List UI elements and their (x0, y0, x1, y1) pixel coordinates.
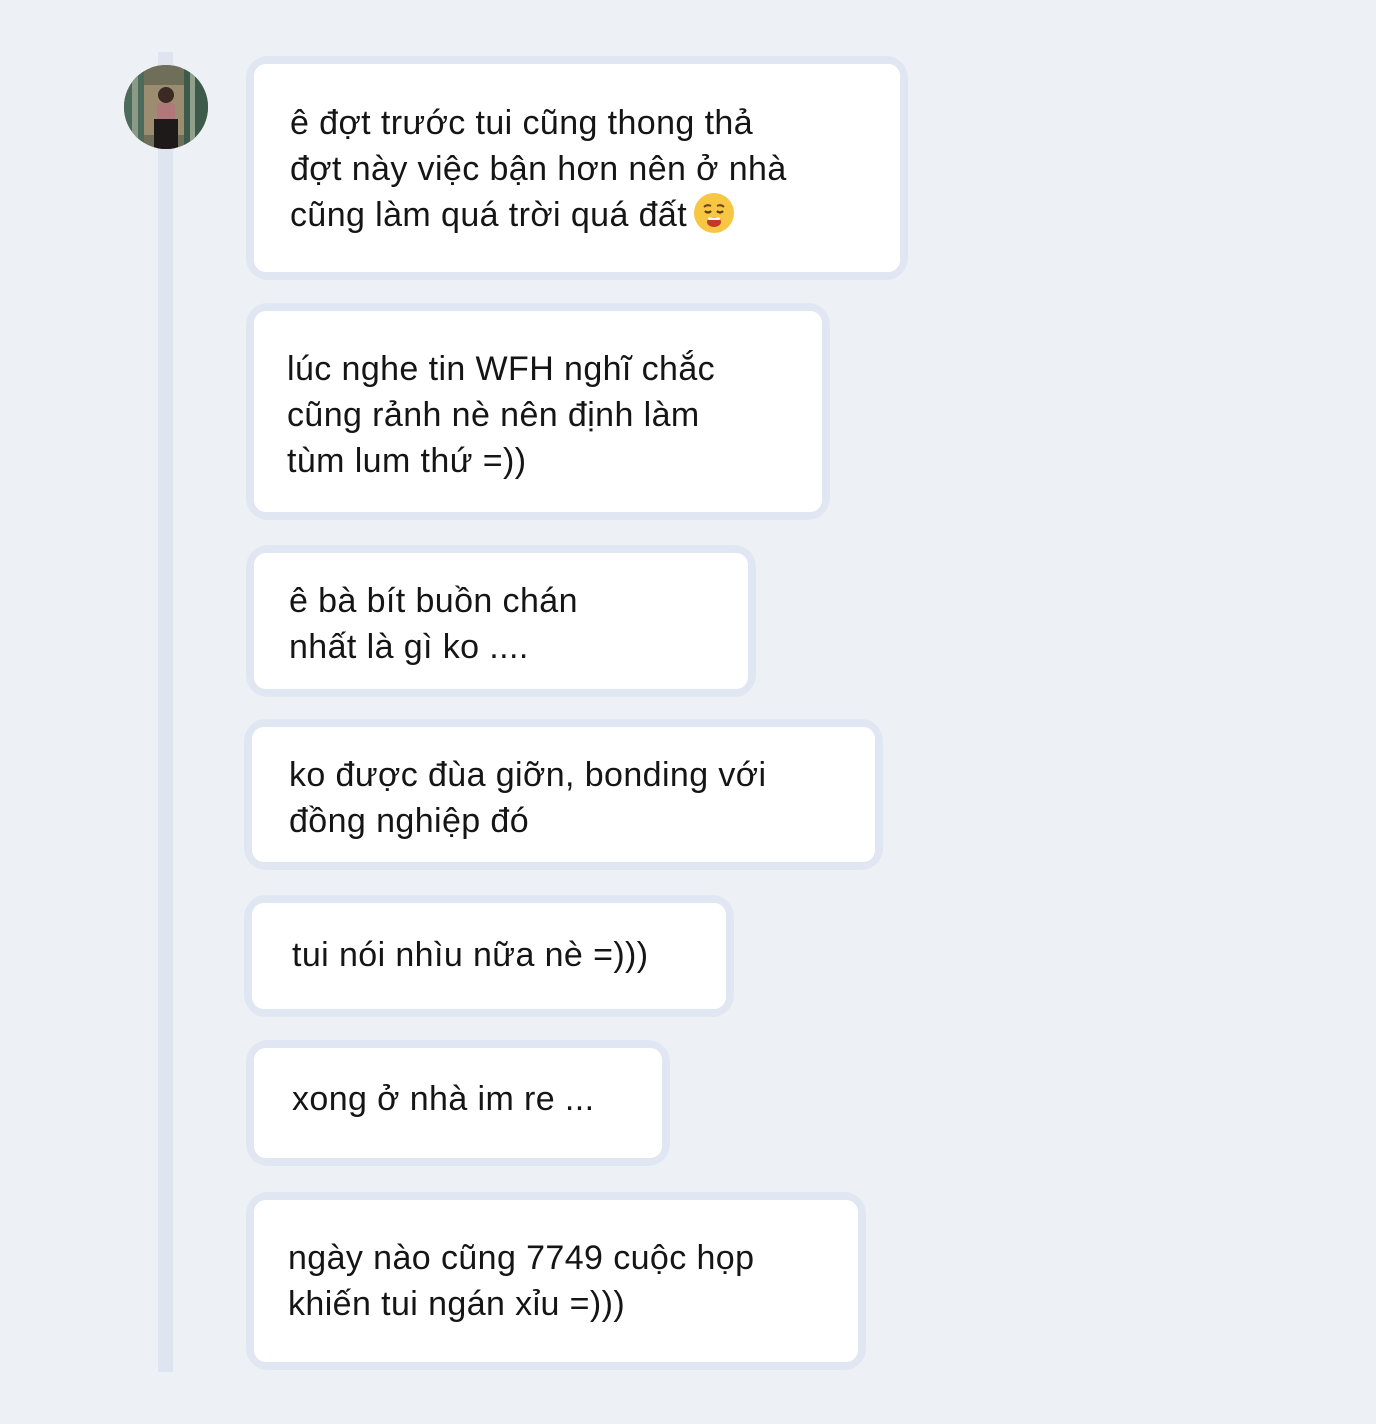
message-text: xong ở nhà im re ... (254, 1048, 662, 1158)
message-text: ê đợt trước tui cũng thong thả đợt này v… (254, 64, 900, 272)
message-text: tui nói nhìu nữa nè =))) (252, 903, 726, 1009)
message-bubble[interactable]: ê bà bít buồn chán nhất là gì ko .... (246, 545, 756, 697)
message-text: ko được đùa giỡn, bonding với đồng nghiệ… (252, 727, 875, 862)
user-photo-avatar-icon (124, 65, 208, 149)
message-bubble[interactable]: xong ở nhà im re ... (246, 1040, 670, 1166)
thread-line (158, 52, 173, 1372)
message-bubble[interactable]: lúc nghe tin WFH nghĩ chắc cũng rảnh nè … (246, 303, 830, 520)
message-text: ngày nào cũng 7749 cuộc họp khiến tui ng… (254, 1200, 858, 1362)
message-text: ê bà bít buồn chán nhất là gì ko .... (254, 553, 748, 689)
sender-avatar[interactable] (124, 65, 208, 149)
message-bubble[interactable]: ko được đùa giỡn, bonding với đồng nghiệ… (244, 719, 883, 870)
message-bubble[interactable]: ê đợt trước tui cũng thong thả đợt này v… (246, 56, 908, 280)
message-bubble[interactable]: ngày nào cũng 7749 cuộc họp khiến tui ng… (246, 1192, 866, 1370)
disappointed-face-emoji-icon (693, 192, 735, 234)
message-bubble[interactable]: tui nói nhìu nữa nè =))) (244, 895, 734, 1017)
message-text: lúc nghe tin WFH nghĩ chắc cũng rảnh nè … (254, 311, 822, 512)
